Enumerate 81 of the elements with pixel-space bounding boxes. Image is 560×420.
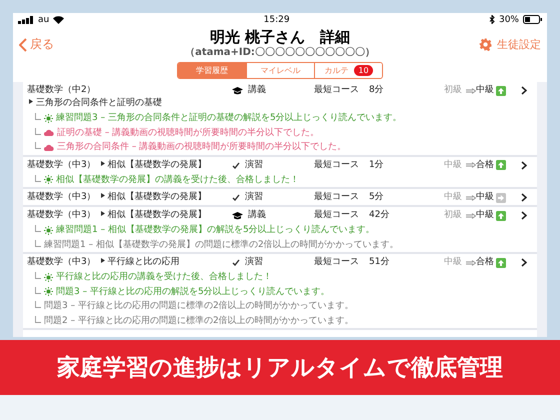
activity-note: 練習問題3 – 三角形の合同条件と証明の基礎の解説を5分以上じっくり読んでいます。 xyxy=(56,112,402,125)
activity-note: 問題3 – 平行線と比の応用の解説を5分以上じっくり読んでいます。 xyxy=(56,286,330,298)
level-from: 初級 xyxy=(444,84,462,97)
activity-note: 三角形の合同条件 – 講義動画の視聴時間が所要時間の半分以下でした。 xyxy=(57,140,346,154)
double-arrow-icon xyxy=(466,88,476,94)
unit-label: 相似【基礎数学の発展】 xyxy=(108,210,207,220)
battery-icon xyxy=(523,15,542,24)
activity-note: 平行線と比の応用の講義を受けた後、合格しました！ xyxy=(56,270,272,284)
course-label: 最短コース xyxy=(314,209,359,222)
study-time: 5分 xyxy=(369,191,384,204)
study-type: 講義 xyxy=(248,209,266,222)
double-arrow-icon xyxy=(466,194,476,200)
branch-icon xyxy=(35,174,41,182)
subject-label: 基礎数学（中2） xyxy=(27,84,96,97)
study-type: 演習 xyxy=(245,158,263,172)
level-to: 中級 xyxy=(476,84,494,97)
subject-label: 基礎数学（中3） xyxy=(27,158,96,172)
double-arrow-icon xyxy=(466,162,476,168)
battery-percent: 30% xyxy=(498,14,519,24)
sun-icon xyxy=(44,114,53,123)
carrier-name: au xyxy=(38,14,50,24)
activity-note: 練習問題1 – 相似【基礎数学の発展】の問題に標準の2倍以上の時間がかかっています。 xyxy=(44,238,399,252)
segment-tab[interactable]: カルテ 10 xyxy=(314,63,382,78)
double-arrow-icon xyxy=(466,212,476,218)
chevron-icon[interactable] xyxy=(521,160,527,170)
chevron-icon[interactable] xyxy=(521,258,527,267)
unit-label: 相似【基礎数学の発展】 xyxy=(108,160,207,170)
level-to: 中級 xyxy=(476,209,494,222)
bluetooth-icon xyxy=(488,15,495,24)
double-arrow-icon xyxy=(466,260,476,266)
subject-label: 基礎数学（中3） xyxy=(27,256,96,269)
segment-tab[interactable]: 学習履歴 xyxy=(178,63,246,78)
subject-label: 基礎数学（中3） xyxy=(27,191,96,204)
course-label: 最短コース xyxy=(314,256,359,269)
level-from: 中級 xyxy=(444,256,462,269)
level-from: 初級 xyxy=(444,209,462,222)
chevron-icon[interactable] xyxy=(521,86,527,95)
unit-label: 平行線と比の応用 xyxy=(108,257,180,267)
course-label: 最短コース xyxy=(314,158,359,172)
triangle-icon xyxy=(100,258,105,263)
activity-note: 練習問題1 – 相似【基礎数学の発展】の解説を5分以上じっくり読んでいます。 xyxy=(56,224,375,237)
page-title: 明光 桃子さん 詳細 xyxy=(210,28,350,46)
unit-label: 三角形の合同条件と証明の基礎 xyxy=(36,98,162,108)
status-time: 15:29 xyxy=(264,14,290,24)
level-to: 合格 xyxy=(476,158,494,172)
level-from: 中級 xyxy=(444,191,462,204)
study-type: 講義 xyxy=(248,84,266,97)
triangle-icon xyxy=(100,211,105,216)
subject-label: 基礎数学（中3） xyxy=(27,209,96,222)
sun-icon xyxy=(44,272,53,282)
study-type: 演習 xyxy=(245,191,263,204)
course-label: 最短コース xyxy=(314,191,359,204)
sun-icon xyxy=(44,226,53,235)
gear-icon xyxy=(479,38,492,51)
activity-note: 証明の基礎 – 講義動画の視聴時間が所要時間の半分以下でした。 xyxy=(57,126,320,140)
back-button[interactable]: 戻る xyxy=(19,36,119,53)
study-time: 51分 xyxy=(369,256,390,269)
level-to: 合格 xyxy=(476,256,494,269)
signal-icon xyxy=(18,16,34,24)
back-chevron-icon xyxy=(19,38,27,52)
triangle-icon xyxy=(100,160,105,166)
study-time: 1分 xyxy=(369,158,384,172)
activity-note: 問題2 – 平行線と比の応用の問題に標準の2倍以上の時間がかかっています。 xyxy=(44,314,354,328)
course-label: 最短コース xyxy=(314,84,359,97)
count-badge: 10 xyxy=(354,65,373,76)
student-settings-button[interactable]: 生徒設定 xyxy=(479,37,541,52)
activity-note: 問題3 – 平行線と比の応用の問題に標準の2倍以上の時間がかかっています。 xyxy=(44,300,354,313)
triangle-icon xyxy=(29,99,33,104)
study-time: 8分 xyxy=(369,84,384,97)
level-from: 中級 xyxy=(444,158,462,172)
level-to: 中級 xyxy=(476,191,494,204)
study-type: 演習 xyxy=(245,256,263,269)
sun-icon xyxy=(44,287,53,296)
student-id: （atama+ID:〇〇〇〇〇〇〇〇〇〇〇） xyxy=(185,46,375,59)
sun-icon xyxy=(44,175,53,184)
wifi-icon xyxy=(53,16,64,24)
unit-label: 相似【基礎数学の発展】 xyxy=(108,192,207,202)
promo-banner: 家庭学習の進捗はリアルタイムで徹底管理 xyxy=(0,340,560,395)
triangle-icon xyxy=(100,193,105,198)
activity-note: 相似【基礎数学の発展】の講義を受けた後、合格しました！ xyxy=(56,174,299,186)
study-time: 42分 xyxy=(369,209,390,222)
